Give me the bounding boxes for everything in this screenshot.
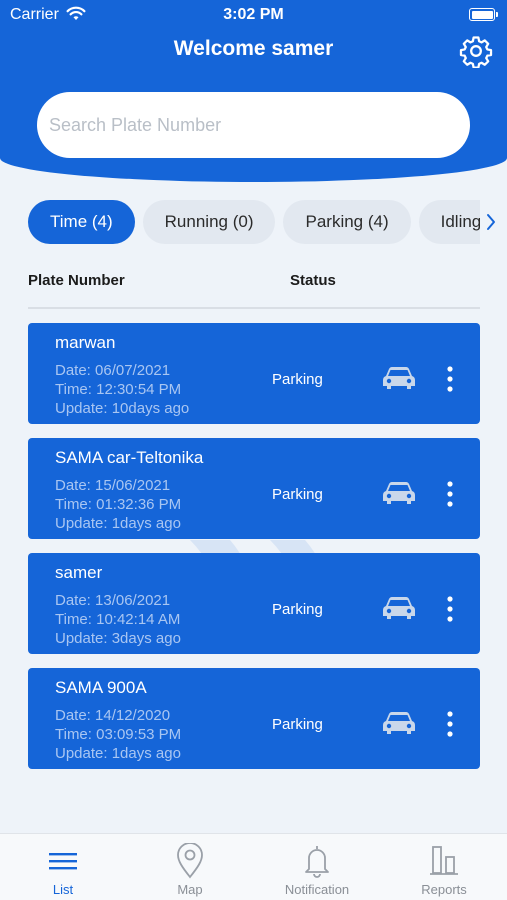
- nav-item-list[interactable]: List: [0, 834, 126, 900]
- nav-label: List: [52, 882, 74, 897]
- vehicle-status: Parking: [272, 601, 323, 618]
- filter-tabs: Time (4)Running (0)Parking (4)Idling (0): [28, 200, 480, 244]
- car-icon: [383, 482, 415, 504]
- tab-parking[interactable]: Parking (4): [283, 200, 411, 244]
- tab-running[interactable]: Running (0): [142, 200, 276, 244]
- more-options-icon[interactable]: [444, 365, 456, 393]
- more-options-icon[interactable]: [444, 480, 456, 508]
- nav-label: Reports: [421, 882, 467, 897]
- vehicle-name: marwan: [55, 333, 116, 352]
- vehicle-update: Update: 1days ago: [55, 515, 181, 532]
- vehicle-date: Date: 14/12/2020: [55, 707, 171, 724]
- vehicle-date: Date: 06/07/2021: [55, 362, 171, 379]
- vehicle-time: Time: 10:42:14 AM: [55, 611, 181, 628]
- map-pin-icon: [177, 843, 203, 879]
- vehicle-status: Parking: [272, 716, 323, 733]
- more-options-icon[interactable]: [444, 710, 456, 738]
- column-header-status: Status: [290, 272, 336, 289]
- status-bar: Carrier 3:02 PM: [0, 0, 507, 30]
- list-icon: [49, 853, 77, 870]
- vehicle-time: Time: 03:09:53 PM: [55, 726, 182, 743]
- nav-item-notification[interactable]: Notification: [254, 834, 380, 900]
- vehicle-name: samer: [55, 563, 103, 582]
- clock: 3:02 PM: [223, 6, 284, 23]
- vehicle-list: marwan Date: 06/07/2021 Time: 12:30:54 P…: [28, 323, 480, 783]
- vehicle-name: SAMA car-Teltonika: [55, 448, 204, 467]
- vehicle-status: Parking: [272, 371, 323, 388]
- tab-idling[interactable]: Idling (0): [418, 200, 480, 244]
- nav-label: Notification: [284, 882, 350, 897]
- vehicle-time: Time: 12:30:54 PM: [55, 381, 182, 398]
- vehicle-card[interactable]: marwan Date: 06/07/2021 Time: 12:30:54 P…: [28, 323, 480, 424]
- gear-icon[interactable]: [459, 34, 493, 68]
- more-options-icon[interactable]: [444, 595, 456, 623]
- bell-icon: [305, 846, 329, 878]
- vehicle-update: Update: 10days ago: [55, 400, 190, 417]
- vehicle-time: Time: 01:32:36 PM: [55, 496, 182, 513]
- page-title: Welcome samer: [173, 37, 334, 60]
- battery-icon: [469, 8, 498, 21]
- nav-item-reports[interactable]: Reports: [381, 834, 507, 900]
- chevron-right-icon[interactable]: [484, 212, 498, 232]
- vehicle-update: Update: 3days ago: [55, 630, 181, 647]
- vehicle-date: Date: 15/06/2021: [55, 477, 171, 494]
- search-input[interactable]: [37, 92, 470, 158]
- divider: [28, 307, 480, 309]
- vehicle-status: Parking: [272, 486, 323, 503]
- car-icon: [383, 367, 415, 389]
- bar-chart-icon: [430, 846, 458, 875]
- vehicle-update: Update: 1days ago: [55, 745, 181, 762]
- car-icon: [383, 597, 415, 619]
- tab-time[interactable]: Time (4): [28, 200, 135, 244]
- nav-label: Map: [177, 882, 203, 897]
- vehicle-card[interactable]: samer Date: 13/06/2021 Time: 10:42:14 AM…: [28, 553, 480, 654]
- nav-item-map[interactable]: Map: [127, 834, 253, 900]
- column-header-plate: Plate Number: [28, 272, 125, 289]
- vehicle-card[interactable]: SAMA 900A Date: 14/12/2020 Time: 03:09:5…: [28, 668, 480, 769]
- vehicle-date: Date: 13/06/2021: [55, 592, 171, 609]
- car-icon: [383, 712, 415, 734]
- vehicle-card[interactable]: SAMA car-Teltonika Date: 15/06/2021 Time…: [28, 438, 480, 539]
- bottom-nav: List Map Notification Reports: [0, 833, 507, 900]
- vehicle-name: SAMA 900A: [55, 678, 147, 697]
